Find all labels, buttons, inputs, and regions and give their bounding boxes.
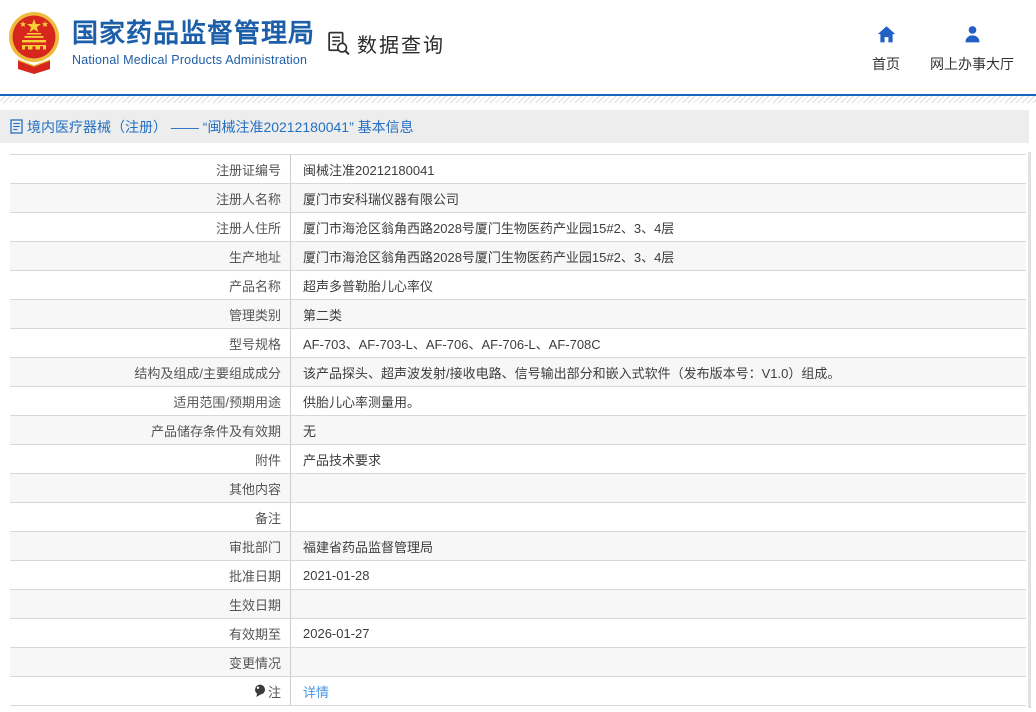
table-row: 管理类别第二类 (10, 300, 1026, 329)
hatch-strip (0, 96, 1036, 103)
document-icon (10, 119, 23, 134)
data-query-tab[interactable]: 数据查询 (325, 29, 445, 58)
row-label: 变更情况 (10, 648, 291, 676)
table-row: 备注 (10, 503, 1026, 532)
home-icon (876, 24, 897, 45)
table-row: 审批部门福建省药品监督管理局 (10, 532, 1026, 561)
breadcrumb-text: 境内医疗器械（注册） —— “闽械注准20212180041” 基本信息 (27, 117, 414, 137)
row-label: 产品名称 (10, 271, 291, 299)
table-row: 批准日期2021-01-28 (10, 561, 1026, 590)
org-name-cn: 国家药品监督管理局 (72, 19, 315, 49)
row-label: 其他内容 (10, 474, 291, 502)
nav-home[interactable]: 首页 (872, 24, 900, 74)
table-row: 附件产品技术要求 (10, 445, 1026, 474)
row-label: 管理类别 (10, 300, 291, 328)
row-value: 产品技术要求 (291, 445, 1026, 473)
data-query-icon (325, 30, 352, 57)
row-label: 审批部门 (10, 532, 291, 560)
table-row: 产品名称超声多普勒胎儿心率仪 (10, 271, 1026, 300)
row-value: 闽械注准20212180041 (291, 155, 1026, 183)
row-label: 注册证编号 (10, 155, 291, 183)
row-value (291, 474, 1026, 502)
row-value: 2026-01-27 (291, 619, 1026, 647)
row-label: 注册人住所 (10, 213, 291, 241)
row-value: 厦门市安科瑞仪器有限公司 (291, 184, 1026, 212)
row-label: 附件 (10, 445, 291, 473)
row-value: 厦门市海沧区翁角西路2028号厦门生物医药产业园15#2、3、4层 (291, 242, 1026, 270)
row-label: 注 (10, 677, 291, 705)
row-value: 该产品探头、超声波发射/接收电路、信号输出部分和嵌入式软件（发布版本号：V1.0… (291, 358, 1026, 386)
detail-link[interactable]: 详情 (303, 682, 329, 701)
row-label: 产品储存条件及有效期 (10, 416, 291, 444)
detail-table: 注册证编号闽械注准20212180041注册人名称厦门市安科瑞仪器有限公司注册人… (10, 154, 1026, 706)
row-value: 福建省药品监督管理局 (291, 532, 1026, 560)
brand-text: 国家药品监督管理局 National Medical Products Admi… (72, 19, 315, 67)
table-row: 注册人住所厦门市海沧区翁角西路2028号厦门生物医药产业园15#2、3、4层 (10, 213, 1026, 242)
table-row: 注册证编号闽械注准20212180041 (10, 155, 1026, 184)
row-label: 批准日期 (10, 561, 291, 589)
user-icon (962, 24, 983, 45)
row-value (291, 503, 1026, 531)
table-row: 注册人名称厦门市安科瑞仪器有限公司 (10, 184, 1026, 213)
row-label: 适用范围/预期用途 (10, 387, 291, 415)
scrollbar[interactable] (1028, 152, 1031, 708)
row-label: 备注 (10, 503, 291, 531)
row-label: 有效期至 (10, 619, 291, 647)
note-balloon-icon (254, 684, 266, 698)
row-label: 生效日期 (10, 590, 291, 618)
table-row: 其他内容 (10, 474, 1026, 503)
table-row: 生产地址厦门市海沧区翁角西路2028号厦门生物医药产业园15#2、3、4层 (10, 242, 1026, 271)
row-value: 厦门市海沧区翁角西路2028号厦门生物医药产业园15#2、3、4层 (291, 213, 1026, 241)
breadcrumb: 境内医疗器械（注册） —— “闽械注准20212180041” 基本信息 (0, 110, 1029, 143)
row-value: 第二类 (291, 300, 1026, 328)
row-value: 详情 (291, 677, 1026, 705)
table-row: 型号规格AF-703、AF-703-L、AF-706、AF-706-L、AF-7… (10, 329, 1026, 358)
row-label: 结构及组成/主要组成成分 (10, 358, 291, 386)
table-row: 产品储存条件及有效期无 (10, 416, 1026, 445)
table-row: 适用范围/预期用途供胎儿心率测量用。 (10, 387, 1026, 416)
row-value: 2021-01-28 (291, 561, 1026, 589)
table-row: 变更情况 (10, 648, 1026, 677)
nav-service-hall[interactable]: 网上办事大厅 (930, 24, 1014, 74)
row-label: 生产地址 (10, 242, 291, 270)
row-label: 型号规格 (10, 329, 291, 357)
org-name-en: National Medical Products Administration (72, 53, 315, 67)
table-row: 结构及组成/主要组成成分该产品探头、超声波发射/接收电路、信号输出部分和嵌入式软… (10, 358, 1026, 387)
nav-service-hall-label: 网上办事大厅 (930, 54, 1014, 74)
row-value: 供胎儿心率测量用。 (291, 387, 1026, 415)
top-nav: 首页 网上办事大厅 (872, 24, 1014, 74)
page-header: 国家药品监督管理局 National Medical Products Admi… (0, 0, 1036, 94)
data-query-label: 数据查询 (357, 29, 445, 58)
table-row: 注详情 (10, 677, 1026, 706)
row-value (291, 590, 1026, 618)
table-row: 生效日期 (10, 590, 1026, 619)
site-logo[interactable]: 国家药品监督管理局 National Medical Products Admi… (8, 10, 315, 76)
table-row: 有效期至2026-01-27 (10, 619, 1026, 648)
row-label: 注册人名称 (10, 184, 291, 212)
nav-home-label: 首页 (872, 54, 900, 74)
row-value: 无 (291, 416, 1026, 444)
row-value: AF-703、AF-703-L、AF-706、AF-706-L、AF-708C (291, 329, 1026, 357)
row-value: 超声多普勒胎儿心率仪 (291, 271, 1026, 299)
national-emblem-icon (8, 10, 60, 76)
row-value (291, 648, 1026, 676)
